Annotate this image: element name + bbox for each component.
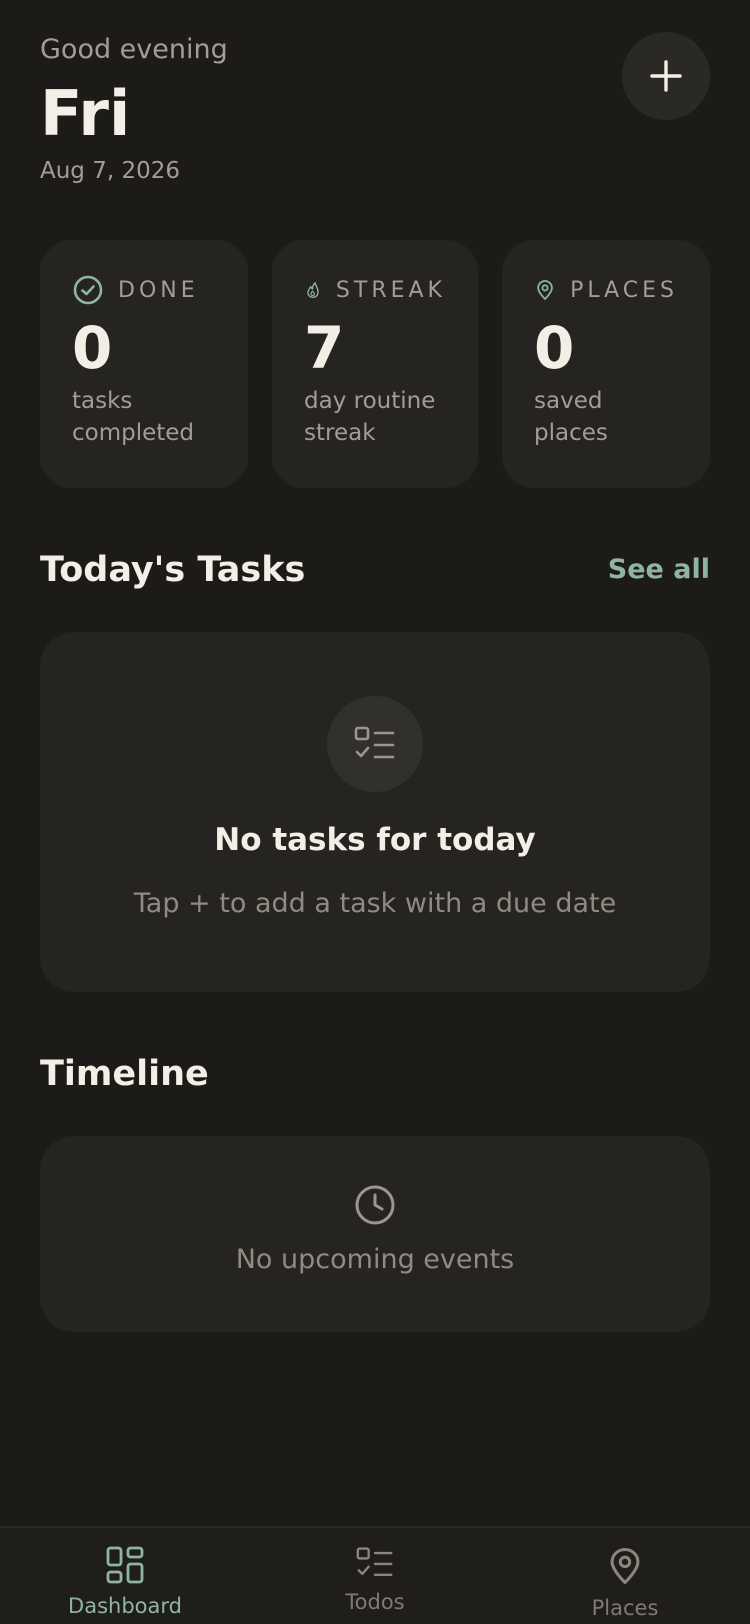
stat-label: DONE bbox=[118, 277, 199, 303]
stat-value: 0 bbox=[72, 314, 113, 382]
todays-tasks-title: Today's Tasks bbox=[40, 550, 306, 590]
stat-value: 0 bbox=[534, 314, 575, 382]
clock-icon bbox=[355, 1185, 395, 1225]
nav-item-dashboard[interactable]: Dashboard bbox=[25, 1546, 225, 1618]
nav-label: Todos bbox=[345, 1590, 405, 1614]
empty-tasks-title: No tasks for today bbox=[214, 822, 536, 858]
checklist-icon bbox=[356, 1547, 393, 1576]
flame-icon bbox=[307, 282, 319, 298]
timeline-title: Timeline bbox=[40, 1054, 209, 1094]
day-title: Fri bbox=[40, 77, 131, 150]
greeting-text: Good evening bbox=[40, 34, 228, 65]
map-pin-icon bbox=[610, 1548, 640, 1584]
dashboard-screen: Good evening Fri Aug 7, 2026 DONE 0 task… bbox=[0, 0, 750, 1624]
empty-tasks-icon-badge bbox=[327, 696, 423, 792]
plus-icon bbox=[650, 60, 682, 92]
stat-description: day routine streak bbox=[304, 387, 436, 446]
date-text: Aug 7, 2026 bbox=[40, 158, 181, 184]
add-button[interactable] bbox=[622, 32, 710, 120]
check-circle-icon bbox=[73, 275, 103, 305]
map-pin-icon bbox=[537, 280, 553, 300]
bottom-nav: Dashboard Todos Places bbox=[0, 1526, 750, 1624]
grid-icon bbox=[106, 1546, 144, 1584]
timeline-empty-card: No upcoming events bbox=[40, 1136, 710, 1332]
stat-value: 7 bbox=[304, 314, 345, 382]
stat-description: tasks completed bbox=[72, 387, 195, 446]
nav-label: Dashboard bbox=[68, 1594, 182, 1618]
timeline-empty-text: No upcoming events bbox=[235, 1244, 515, 1275]
stat-label: PLACES bbox=[570, 277, 678, 303]
nav-item-places[interactable]: Places bbox=[525, 1546, 725, 1620]
nav-item-todos[interactable]: Todos bbox=[275, 1546, 475, 1614]
stat-description: saved places bbox=[534, 387, 608, 446]
stat-card-places[interactable]: PLACES 0 saved places bbox=[502, 240, 710, 488]
stat-label: STREAK bbox=[335, 277, 446, 303]
nav-label: Places bbox=[591, 1596, 659, 1620]
stat-card-done[interactable]: DONE 0 tasks completed bbox=[40, 240, 248, 488]
checklist-icon bbox=[354, 726, 395, 759]
empty-tasks-subtitle: Tap + to add a task with a due date bbox=[133, 888, 617, 919]
stat-card-streak[interactable]: STREAK 7 day routine streak bbox=[272, 240, 478, 488]
see-all-link[interactable]: See all bbox=[608, 554, 710, 585]
tasks-empty-card: No tasks for today Tap + to add a task w… bbox=[40, 632, 710, 992]
